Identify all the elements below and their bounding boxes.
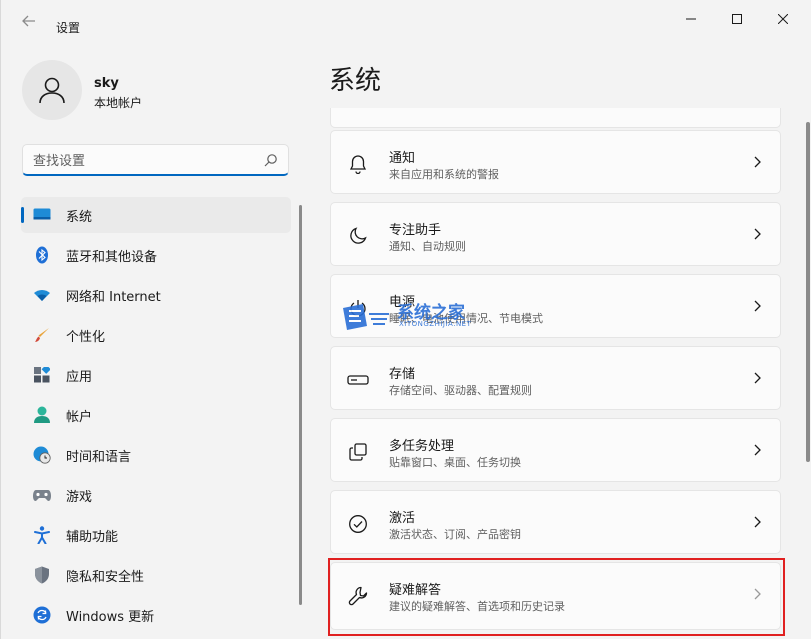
account-type: 本地帐户 bbox=[94, 96, 143, 110]
sidebar-item-apps[interactable]: 应用 bbox=[21, 357, 291, 393]
card-subtitle: 激活状态、订阅、产品密钥 bbox=[389, 528, 521, 541]
sidebar-item-label: 蓝牙和其他设备 bbox=[66, 249, 158, 265]
minimize-button[interactable] bbox=[668, 6, 714, 32]
settings-card-activation[interactable]: 激活 激活状态、订阅、产品密钥 bbox=[330, 490, 781, 554]
search-icon[interactable] bbox=[264, 153, 278, 167]
brush-icon bbox=[33, 326, 51, 344]
page-title: 系统 bbox=[329, 66, 382, 96]
user-name: sky bbox=[94, 76, 119, 91]
chevron-right-icon bbox=[754, 444, 761, 456]
sidebar-item-personalization[interactable]: 个性化 bbox=[21, 317, 291, 353]
card-title: 激活 bbox=[389, 511, 416, 526]
close-icon bbox=[778, 14, 788, 24]
chevron-right-icon bbox=[754, 228, 761, 240]
sidebar-item-windows-update[interactable]: Windows 更新 bbox=[21, 597, 291, 633]
sidebar-nav: 系统 蓝牙和其他设备 网络和 Internet 个性化 应用 帐户 时间和语言 … bbox=[21, 197, 291, 637]
monitor-icon bbox=[33, 206, 51, 224]
person-icon bbox=[39, 77, 65, 104]
card-subtitle: 通知、自动规则 bbox=[389, 240, 466, 253]
watermark-logo-icon bbox=[343, 304, 389, 330]
watermark-subtext: XITONGZHIJIA.NET bbox=[399, 320, 472, 328]
search-box[interactable] bbox=[22, 144, 289, 176]
chevron-right-icon bbox=[754, 516, 761, 528]
multitask-icon bbox=[347, 441, 369, 463]
sidebar-item-accounts[interactable]: 帐户 bbox=[21, 397, 291, 433]
sidebar-scrollbar[interactable] bbox=[299, 205, 302, 605]
card-partial[interactable] bbox=[330, 108, 781, 128]
check-circle-icon bbox=[347, 513, 369, 535]
sidebar-item-label: 隐私和安全性 bbox=[66, 569, 145, 585]
sidebar-item-label: 个性化 bbox=[66, 329, 106, 345]
card-subtitle: 贴靠窗口、桌面、任务切换 bbox=[389, 456, 521, 469]
card-subtitle: 来自应用和系统的警报 bbox=[389, 168, 499, 181]
main-scrollbar[interactable] bbox=[806, 122, 810, 462]
watermark: 系统之家 XITONGZHIJIA.NET bbox=[341, 294, 491, 338]
settings-window: 设置 sky 本地帐户 系统 bbox=[0, 0, 811, 639]
arrow-left-icon bbox=[22, 15, 35, 27]
maximize-button[interactable] bbox=[714, 6, 760, 32]
chevron-right-icon bbox=[754, 300, 761, 312]
sidebar-item-time-language[interactable]: 时间和语言 bbox=[21, 437, 291, 473]
settings-card-focus-assist[interactable]: 专注助手 通知、自动规则 bbox=[330, 202, 781, 266]
settings-card-multitasking[interactable]: 多任务处理 贴靠窗口、桌面、任务切换 bbox=[330, 418, 781, 482]
back-button[interactable] bbox=[15, 10, 43, 32]
chevron-right-icon bbox=[754, 156, 761, 168]
minimize-icon bbox=[686, 18, 696, 20]
close-button[interactable] bbox=[760, 6, 806, 32]
moon-icon bbox=[347, 225, 369, 247]
search-input[interactable] bbox=[33, 151, 253, 171]
accessibility-icon bbox=[33, 526, 51, 544]
sidebar-item-accessibility[interactable]: 辅助功能 bbox=[21, 517, 291, 553]
apps-icon bbox=[33, 366, 51, 384]
sidebar-item-label: 网络和 Internet bbox=[66, 289, 161, 305]
sidebar-item-label: 系统 bbox=[66, 209, 93, 225]
bell-icon bbox=[347, 153, 369, 175]
sidebar-item-label: 辅助功能 bbox=[66, 529, 119, 545]
card-title: 专注助手 bbox=[389, 223, 442, 238]
app-title: 设置 bbox=[56, 21, 81, 35]
sidebar-item-label: 应用 bbox=[66, 369, 93, 385]
highlight-annotation bbox=[328, 558, 785, 636]
card-subtitle: 存储空间、驱动器、配置规则 bbox=[389, 384, 532, 397]
gamepad-icon bbox=[33, 486, 51, 504]
wifi-icon bbox=[33, 286, 51, 304]
update-icon bbox=[33, 606, 51, 624]
maximize-icon bbox=[732, 14, 742, 24]
settings-card-notifications[interactable]: 通知 来自应用和系统的警报 bbox=[330, 130, 781, 194]
sidebar-item-bluetooth[interactable]: 蓝牙和其他设备 bbox=[21, 237, 291, 273]
bluetooth-icon bbox=[33, 246, 51, 264]
shield-icon bbox=[33, 566, 51, 584]
sidebar-item-gaming[interactable]: 游戏 bbox=[21, 477, 291, 513]
sidebar-item-label: Windows 更新 bbox=[66, 609, 155, 625]
sidebar-item-label: 游戏 bbox=[66, 489, 93, 505]
card-title: 存储 bbox=[389, 367, 416, 382]
sidebar-item-label: 时间和语言 bbox=[66, 449, 132, 465]
chevron-right-icon bbox=[754, 372, 761, 384]
card-title: 多任务处理 bbox=[389, 439, 455, 454]
settings-card-storage[interactable]: 存储 存储空间、驱动器、配置规则 bbox=[330, 346, 781, 410]
sidebar-item-privacy[interactable]: 隐私和安全性 bbox=[21, 557, 291, 593]
globe-clock-icon bbox=[33, 446, 51, 464]
card-title: 通知 bbox=[389, 151, 416, 166]
sidebar-item-system[interactable]: 系统 bbox=[21, 197, 291, 233]
sidebar-item-network[interactable]: 网络和 Internet bbox=[21, 277, 291, 313]
person-icon bbox=[33, 406, 51, 424]
storage-icon bbox=[347, 369, 369, 391]
avatar[interactable] bbox=[22, 60, 82, 120]
sidebar-item-label: 帐户 bbox=[66, 409, 93, 425]
title-bar: 设置 bbox=[1, 0, 811, 40]
